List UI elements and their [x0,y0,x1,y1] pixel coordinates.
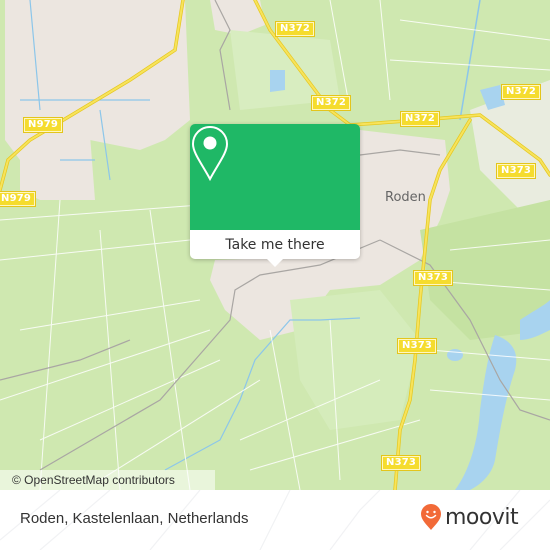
road-label-n979: N979 [0,191,37,207]
urban-area-east [470,80,550,210]
location-popup: Take me there [190,124,360,267]
forest-patch-2 [290,290,420,430]
water-pond-se [447,349,463,361]
road-label-n373: N373 [396,338,438,354]
road-label-n372: N372 [310,95,352,111]
road-label-n372: N372 [399,111,441,127]
road-label-n373: N373 [495,163,537,179]
map-view[interactable]: N372 N372 N372 N372 N979 N979 N373 N373 … [0,0,550,490]
canal-north [459,0,481,121]
road-label-n372: N372 [274,21,316,37]
water-lake-east [455,335,517,490]
moovit-logo-text: moovit [445,504,519,530]
address-text: Roden, Kastelenlaan, Netherlands [20,510,249,527]
footer-bar: Roden, Kastelenlaan, Netherlands moovit [0,490,550,550]
road-label-n979: N979 [22,117,64,133]
water-pond-north [270,70,285,92]
urban-area-nw-lower [20,135,95,200]
road-label-n373: N373 [412,270,454,286]
road-label-n373: N373 [380,455,422,471]
take-me-there-button[interactable]: Take me there [190,230,360,259]
road-label-n372: N372 [500,84,542,100]
popup-header [190,124,360,230]
map-pin-icon [191,125,229,182]
moovit-smile-pin-icon [421,504,441,530]
moovit-logo[interactable]: moovit [420,503,519,531]
popup-pointer [266,258,284,267]
map-attribution[interactable]: © OpenStreetMap contributors [0,470,215,490]
place-label-roden: Roden [385,190,426,205]
